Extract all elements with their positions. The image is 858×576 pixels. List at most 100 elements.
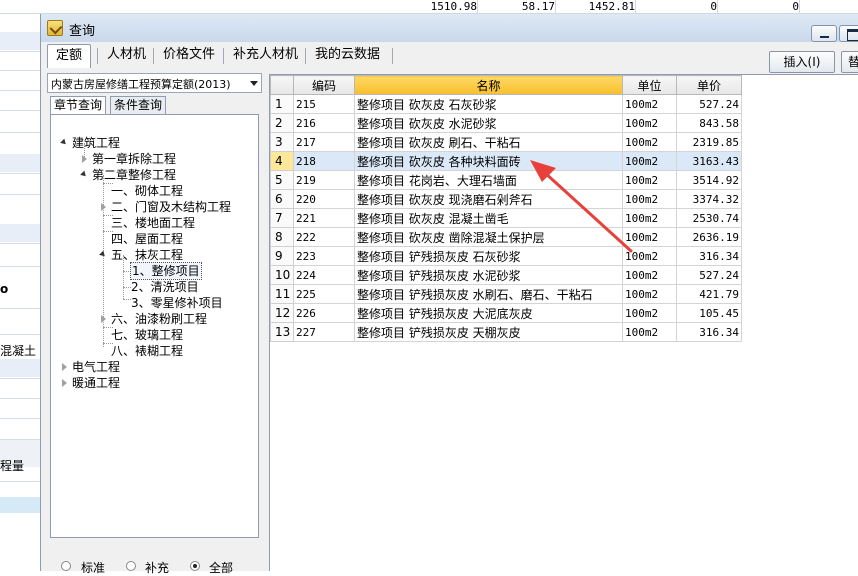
cell-unit[interactable]: 100m2 xyxy=(622,322,677,342)
quota-grid: 编码 名称 单位 单价 1 215 整修项目 砍灰皮 石灰砂浆 100m2 52… xyxy=(269,74,858,571)
collapsed-arrow-icon[interactable] xyxy=(82,155,87,163)
column-header-price[interactable]: 单价 xyxy=(676,75,742,95)
cell-code[interactable]: 221 xyxy=(293,208,355,228)
replace-button[interactable]: 替 xyxy=(841,51,858,73)
cell-code[interactable]: 220 xyxy=(293,189,355,209)
cell-unit[interactable]: 100m2 xyxy=(622,284,677,304)
cell-name[interactable]: 整修项目 花岗岩、大理石墙面 xyxy=(354,170,623,190)
cell-price[interactable]: 316.34 xyxy=(676,246,742,266)
cell-name[interactable]: 整修项目 砍灰皮 各种块料面砖 xyxy=(354,151,623,171)
collapsed-arrow-icon[interactable] xyxy=(101,315,106,323)
table-row[interactable]: 11 225 整修项目 铲残损灰皮 水刷石、磨石、干粘石 100m2 421.7… xyxy=(270,284,742,304)
cell-unit[interactable]: 100m2 xyxy=(622,208,677,228)
cell-name[interactable]: 整修项目 砍灰皮 现浇磨石剁斧石 xyxy=(354,189,623,209)
cell-code[interactable]: 224 xyxy=(293,265,355,285)
quota-library-select[interactable]: 内蒙古房屋修缮工程预算定额(2013) xyxy=(47,73,262,93)
table-row-selected[interactable]: 4 218 整修项目 砍灰皮 各种块料面砖 100m2 3163.43 xyxy=(270,151,742,171)
expanded-arrow-icon[interactable] xyxy=(80,170,88,179)
expanded-arrow-icon[interactable] xyxy=(99,250,107,259)
table-row[interactable]: 3 217 整修项目 砍灰皮 刷石、干粘石 100m2 2319.85 xyxy=(270,132,742,152)
table-row[interactable]: 1 215 整修项目 砍灰皮 石灰砂浆 100m2 527.24 xyxy=(270,94,742,114)
cell-unit[interactable]: 100m2 xyxy=(622,151,677,171)
table-row[interactable]: 5 219 整修项目 花岗岩、大理石墙面 100m2 3514.92 xyxy=(270,170,742,190)
table-row[interactable]: 13 227 整修项目 铲残损灰皮 天棚灰皮 100m2 316.34 xyxy=(270,322,742,342)
row-number: 6 xyxy=(270,189,294,209)
minimize-button[interactable] xyxy=(811,25,837,42)
cell-price[interactable]: 527.24 xyxy=(676,94,742,114)
cell-unit[interactable]: 100m2 xyxy=(622,265,677,285)
cell-unit[interactable]: 100m2 xyxy=(622,170,677,190)
row-number: 13 xyxy=(270,322,294,342)
cell-code[interactable]: 215 xyxy=(293,94,355,114)
cell-price[interactable]: 3514.92 xyxy=(676,170,742,190)
cell-code[interactable]: 219 xyxy=(293,170,355,190)
tab-condition-search[interactable]: 条件查询 xyxy=(110,96,167,114)
cell-name[interactable]: 整修项目 铲残损灰皮 水泥砂浆 xyxy=(354,265,623,285)
tab-labor-material-machine[interactable]: 人材机 xyxy=(99,44,154,68)
collapsed-arrow-icon[interactable] xyxy=(62,379,67,387)
tab-quota[interactable]: 定额 xyxy=(47,44,92,68)
tab-supplement-material[interactable]: 补充人材机 xyxy=(225,44,306,68)
table-row[interactable]: 2 216 整修项目 砍灰皮 水泥砂浆 100m2 843.58 xyxy=(270,113,742,133)
row-number: 7 xyxy=(270,208,294,228)
cell-code[interactable]: 225 xyxy=(293,284,355,304)
bg-value: 0 xyxy=(718,0,800,14)
collapsed-arrow-icon[interactable] xyxy=(62,363,67,371)
cell-name[interactable]: 整修项目 铲残损灰皮 大泥底灰皮 xyxy=(354,303,623,323)
cell-price[interactable]: 105.45 xyxy=(676,303,742,323)
cell-price[interactable]: 2636.19 xyxy=(676,227,742,247)
cell-code[interactable]: 218 xyxy=(293,151,355,171)
cell-name[interactable]: 整修项目 铲残损灰皮 水刷石、磨石、干粘石 xyxy=(354,284,623,304)
cell-code[interactable]: 222 xyxy=(293,227,355,247)
table-row[interactable]: 10 224 整修项目 铲残损灰皮 水泥砂浆 100m2 527.24 xyxy=(270,265,742,285)
cell-code[interactable]: 217 xyxy=(293,132,355,152)
cell-code[interactable]: 216 xyxy=(293,113,355,133)
cell-name[interactable]: 整修项目 砍灰皮 刷石、干粘石 xyxy=(354,132,623,152)
cell-unit[interactable]: 100m2 xyxy=(622,303,677,323)
collapsed-arrow-icon[interactable] xyxy=(101,203,106,211)
table-row[interactable]: 6 220 整修项目 砍灰皮 现浇磨石剁斧石 100m2 3374.32 xyxy=(270,189,742,209)
cell-unit[interactable]: 100m2 xyxy=(622,132,677,152)
dialog-titlebar[interactable]: 查询 xyxy=(41,14,858,42)
radio-supplement[interactable] xyxy=(126,561,136,571)
cell-unit[interactable]: 100m2 xyxy=(622,189,677,209)
cell-code[interactable]: 226 xyxy=(293,303,355,323)
cell-name[interactable]: 整修项目 砍灰皮 石灰砂浆 xyxy=(354,94,623,114)
insert-button[interactable]: 插入(I) xyxy=(769,51,835,73)
column-header-unit[interactable]: 单位 xyxy=(622,75,677,95)
row-number: 5 xyxy=(270,170,294,190)
radio-all[interactable] xyxy=(190,561,200,571)
cell-name[interactable]: 整修项目 砍灰皮 凿除混凝土保护层 xyxy=(354,227,623,247)
table-row[interactable]: 12 226 整修项目 铲残损灰皮 大泥底灰皮 100m2 105.45 xyxy=(270,303,742,323)
cell-price[interactable]: 2530.74 xyxy=(676,208,742,228)
cell-price[interactable]: 3163.43 xyxy=(676,151,742,171)
cell-price[interactable]: 421.79 xyxy=(676,284,742,304)
table-row[interactable]: 9 223 整修项目 铲残损灰皮 石灰砂浆 100m2 316.34 xyxy=(270,246,742,266)
tab-price-file[interactable]: 价格文件 xyxy=(155,44,223,68)
expanded-arrow-icon[interactable] xyxy=(60,138,68,147)
cell-name[interactable]: 整修项目 铲残损灰皮 天棚灰皮 xyxy=(354,322,623,342)
cell-price[interactable]: 527.24 xyxy=(676,265,742,285)
cell-name[interactable]: 整修项目 砍灰皮 混凝土凿毛 xyxy=(354,208,623,228)
cell-name[interactable]: 整修项目 铲残损灰皮 石灰砂浆 xyxy=(354,246,623,266)
column-header-code[interactable]: 编码 xyxy=(293,75,355,95)
cell-code[interactable]: 227 xyxy=(293,322,355,342)
column-header-name[interactable]: 名称 xyxy=(354,75,623,95)
cell-unit[interactable]: 100m2 xyxy=(622,94,677,114)
cell-price[interactable]: 316.34 xyxy=(676,322,742,342)
cell-unit[interactable]: 100m2 xyxy=(622,246,677,266)
cell-unit[interactable]: 100m2 xyxy=(622,113,677,133)
cell-unit[interactable]: 100m2 xyxy=(622,227,677,247)
cell-name[interactable]: 整修项目 砍灰皮 水泥砂浆 xyxy=(354,113,623,133)
table-row[interactable]: 7 221 整修项目 砍灰皮 混凝土凿毛 100m2 2530.74 xyxy=(270,208,742,228)
maximize-button[interactable] xyxy=(839,25,858,42)
cell-price[interactable]: 843.58 xyxy=(676,113,742,133)
cell-price[interactable]: 3374.32 xyxy=(676,189,742,209)
tab-chapter-search[interactable]: 章节查询 xyxy=(50,96,107,115)
tab-my-cloud-data[interactable]: 我的云数据 xyxy=(307,44,388,68)
cell-price[interactable]: 2319.85 xyxy=(676,132,742,152)
radio-standard[interactable] xyxy=(61,561,71,571)
table-row[interactable]: 8 222 整修项目 砍灰皮 凿除混凝土保护层 100m2 2636.19 xyxy=(270,227,742,247)
cell-code[interactable]: 223 xyxy=(293,246,355,266)
filter-radio-group: 标准 补充 全部 xyxy=(61,558,261,575)
